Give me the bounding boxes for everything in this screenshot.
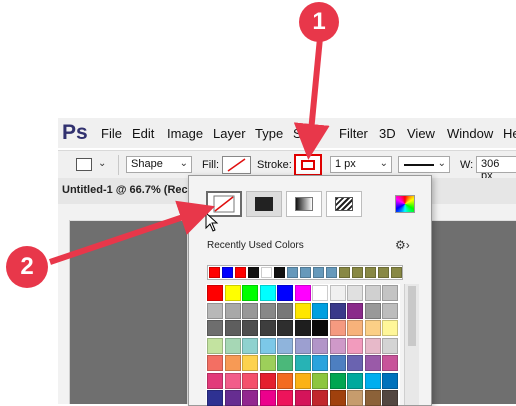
annotation-arrows — [49, 37, 330, 265]
annotation-marker-1: 1 — [299, 2, 339, 42]
arrow-1 — [293, 37, 330, 160]
arrow-2 — [49, 200, 216, 265]
annotation-marker-2: 2 — [6, 246, 48, 288]
